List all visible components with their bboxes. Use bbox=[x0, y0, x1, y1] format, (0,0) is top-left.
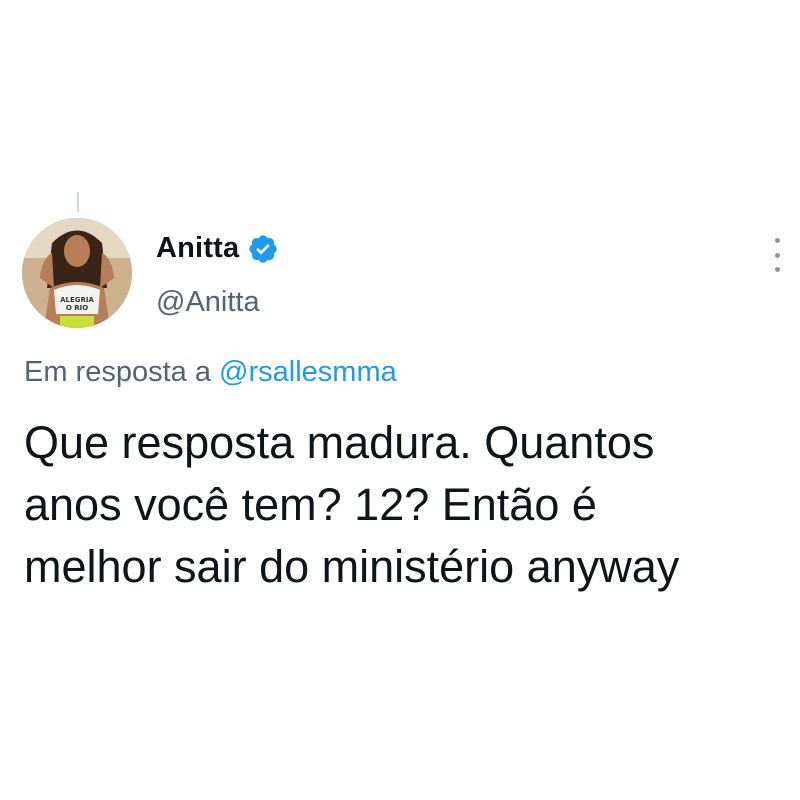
author-display-name[interactable]: Anitta bbox=[156, 232, 239, 265]
author-name-row: Anitta bbox=[156, 232, 279, 265]
tweet-text-line: melhor sair do ministério anyway bbox=[24, 541, 680, 592]
reply-context: Em resposta a @rsallesmma bbox=[24, 356, 397, 389]
tweet-text-line: Que resposta madura. Quantos bbox=[24, 417, 655, 468]
thread-connector-line bbox=[77, 192, 79, 212]
reply-mention-link[interactable]: @rsallesmma bbox=[219, 356, 397, 388]
tweet-text-line: anos você tem? 12? Então é bbox=[24, 479, 597, 530]
more-options-dot bbox=[774, 238, 780, 243]
author-handle[interactable]: @Anitta bbox=[156, 286, 260, 319]
avatar-photo: ALEGRIA O RIO bbox=[22, 218, 132, 328]
verified-badge-icon bbox=[247, 233, 279, 265]
svg-text:ALEGRIA: ALEGRIA bbox=[60, 296, 94, 304]
tweet-text: Que resposta madura. Quantos anos você t… bbox=[24, 412, 784, 598]
more-options-dot bbox=[774, 267, 780, 272]
more-options-dot bbox=[774, 252, 780, 258]
more-options-icon[interactable] bbox=[770, 238, 784, 272]
svg-text:O RIO: O RIO bbox=[66, 304, 88, 312]
reply-prefix: Em resposta a bbox=[24, 356, 211, 388]
avatar[interactable]: ALEGRIA O RIO bbox=[22, 218, 132, 328]
